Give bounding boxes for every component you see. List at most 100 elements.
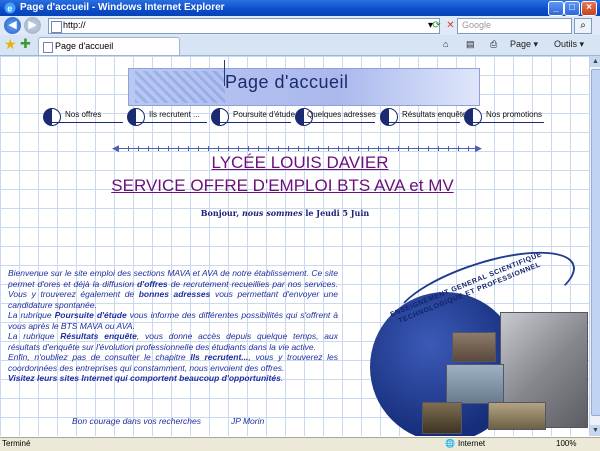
nav-quelques-adresses[interactable]: Quelques adresses [295,108,376,126]
ruler-tick [128,146,129,151]
nav-label: Nos offres [65,110,102,119]
nav-underline [135,122,207,123]
greeting-date: le Jeudi 5 Juin [302,208,370,218]
ruler-tick [448,146,449,151]
nav-label: Ils recrutent ... [149,110,200,119]
zoom-level[interactable]: 100% [556,439,576,448]
ruler-tick [188,146,189,151]
intro-emphasis: bonnes adresses [138,289,211,299]
nav-resultats-enquete[interactable]: Résultats enquête [380,108,467,126]
nav-bullet-icon [464,108,482,126]
ruler-tick [238,146,239,151]
page-menu-label: Page [510,39,532,49]
greeting-line: Bonjour, nous sommes le Jeudi 5 Juin [0,208,570,218]
signature: Bon courage dans vos recherches JP Morin [72,416,264,426]
nav-bullet-icon [43,108,61,126]
scroll-up-icon[interactable]: ▲ [590,56,600,67]
ruler-tick [348,146,349,151]
nav-bullet-icon [380,108,398,126]
page-menu-button[interactable]: Page ▾ [510,39,538,50]
intro-emphasis: Ils recrutent... [190,352,249,362]
tab-page-icon [43,42,53,53]
add-favorites-icon[interactable]: ✚ [20,37,34,51]
window-title: Page d'accueil - Windows Internet Explor… [20,2,225,13]
globe-icon: 🌐 [445,439,455,448]
scroll-thumb[interactable] [591,69,600,416]
intro-text-part: La rubrique [8,331,61,341]
lab-photo [488,402,546,430]
banner-decoration [135,71,225,103]
intro-text-part: La rubrique [8,310,55,320]
page-content: Page d'accueil Nos offres Ils recrutent … [0,56,600,436]
intro-emphasis: Visitez leurs sites Internet qui comport… [8,373,281,383]
intro-emphasis: d'offres [136,278,168,289]
ruler-tick [158,146,159,151]
ruler-tick [198,146,199,151]
nav-label: Quelques adresses [307,110,376,119]
nav-bullet-icon [211,108,229,126]
tools-menu-button[interactable]: Outils ▾ [554,39,584,50]
ruler-tick [258,146,259,151]
ruler-tick [438,146,439,151]
nav-ils-recrutent[interactable]: Ils recrutent ... [127,108,207,126]
ruler-tick [328,146,329,151]
forward-button[interactable]: ▶ [24,17,41,34]
svg-text:e: e [7,4,12,14]
ruler-tick [228,146,229,151]
page-icon [51,21,62,33]
ruler-tick [118,146,119,151]
ruler-tick [138,146,139,151]
back-button[interactable]: ◀ [4,17,21,34]
nav-poursuite-etude[interactable]: Poursuite d'étude [211,108,295,126]
close-button[interactable]: × [581,1,597,16]
school-name: LYCÉE LOUIS DAVIER [211,153,389,172]
stop-icon[interactable]: ✕ [444,19,457,32]
feeds-icon[interactable]: ▤ [466,39,475,50]
scroll-down-icon[interactable]: ▼ [590,425,600,436]
decorative-ruler: ◀ ▶ [112,143,482,153]
tab-toolbar: ★ ✚ Page d'accueil ⌂ ▤ ⎙ Page ▾ Outils ▾ [0,35,600,56]
maximize-button[interactable]: □ [564,1,580,16]
intro-emphasis: Résultats enquête [60,331,137,341]
nav-underline [388,122,460,123]
nav-label: Résultats enquête [402,110,467,119]
internet-explorer-icon: e [3,1,17,15]
ruler-tick [208,146,209,151]
ruler-tick [408,146,409,151]
intro-text: Bienvenue sur le site emploi des section… [8,268,338,384]
tab-page-accueil[interactable]: Page d'accueil [38,37,180,55]
nav-underline [219,122,291,123]
print-icon[interactable]: ⎙ [490,39,497,50]
minimize-button[interactable]: _ [548,1,564,16]
status-bar: Terminé 🌐 Internet 100% [0,437,600,451]
vertical-scrollbar[interactable]: ▲ ▼ [589,56,600,436]
status-text: Terminé [2,439,31,448]
workshop-photo [452,332,496,362]
nav-label: Nos promotions [486,110,543,119]
classroom-photo [446,364,504,404]
home-icon[interactable]: ⌂ [443,39,448,49]
nav-underline [303,122,375,123]
favorites-star-icon[interactable]: ★ [4,37,18,51]
search-icon[interactable]: ⌕ [574,18,592,34]
ruler-tick [368,146,369,151]
intro-text-part: Enfin, n'oubliez pas de consulter le cha… [8,352,191,362]
student-photo [422,402,462,434]
tab-label: Page d'accueil [55,41,114,51]
address-value: http:// [63,20,86,30]
ruler-tick [468,146,469,151]
signature-text: Bon courage dans vos recherches [72,416,201,426]
search-input[interactable]: Google [457,18,572,34]
nav-nos-offres[interactable]: Nos offres [43,108,123,126]
signature-author: JP Morin [231,416,265,426]
nav-nos-promotions[interactable]: Nos promotions [464,108,544,126]
greeting-prefix: Bonjour, [200,208,242,218]
refresh-icon[interactable]: ⟳ [430,19,443,32]
ruler-tick [308,146,309,151]
address-input[interactable]: http:// [48,18,440,34]
search-placeholder: Google [462,20,492,30]
ruler-tick [298,146,299,151]
ruler-tick [378,146,379,151]
ruler-tick [168,146,169,151]
intro-emphasis: Poursuite d'étude [54,310,127,320]
